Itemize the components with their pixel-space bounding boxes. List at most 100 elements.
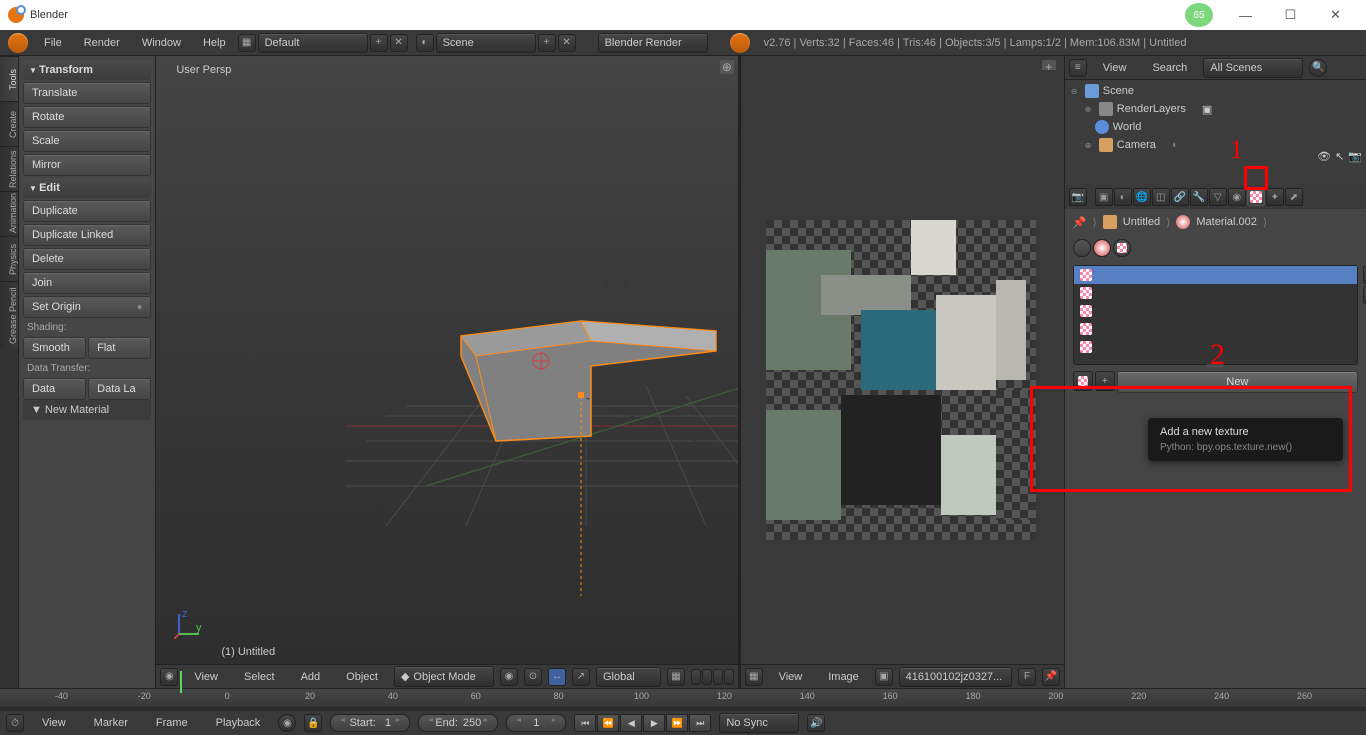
tl-frame[interactable]: Frame (146, 713, 198, 733)
manipulator-icon[interactable]: ↔ (548, 668, 566, 686)
smooth-button[interactable]: Smooth (23, 337, 86, 359)
layers-icon[interactable]: ▦ (667, 668, 685, 686)
texture-slot-3[interactable] (1074, 320, 1357, 338)
eye-icon[interactable]: 👁 (1317, 150, 1331, 163)
tree-scene[interactable]: ⊖Scene (1067, 82, 1364, 100)
panel-transform[interactable]: Transform (23, 60, 151, 80)
start-frame-field[interactable]: Start: 1 (330, 714, 410, 732)
maximize-button[interactable]: ☐ (1268, 1, 1313, 29)
orientation-selector[interactable]: Global (596, 667, 661, 687)
panel-edit[interactable]: Edit (23, 178, 151, 198)
tab-scene-icon[interactable]: ◐ (1114, 188, 1132, 206)
play-icon[interactable]: ▶ (643, 714, 665, 732)
texture-slot-1[interactable] (1074, 284, 1357, 302)
uv-editor-type-icon[interactable]: ▦ (745, 668, 763, 686)
layer-buttons[interactable] (691, 669, 734, 685)
end-frame-field[interactable]: End: 250 (418, 714, 498, 732)
timeline-ruler[interactable]: -40 -20 0 20 40 60 80 100 120 140 160 18… (0, 689, 1366, 707)
tab-constraints-icon[interactable]: 🔗 (1171, 188, 1189, 206)
breadcrumb-object[interactable]: Untitled (1123, 216, 1160, 228)
play-reverse-icon[interactable]: ◀ (620, 714, 642, 732)
render-engine-selector[interactable]: Blender Render (598, 33, 708, 53)
add-scene-button[interactable]: + (538, 34, 556, 52)
view-menu[interactable]: View (184, 667, 228, 687)
tab-modifiers-icon[interactable]: 🔧 (1190, 188, 1208, 206)
jump-start-icon[interactable]: ⏮ (574, 714, 596, 732)
image-selector[interactable]: 416100102jz0327... (899, 667, 1013, 687)
mirror-button[interactable]: Mirror (23, 154, 151, 176)
tl-marker[interactable]: Marker (84, 713, 138, 733)
new-material-header[interactable]: ▼ New Material (23, 400, 151, 420)
manip-move-icon[interactable]: ↗ (572, 668, 590, 686)
restriction-toggles[interactable]: 👁 ↖ 📷 (1317, 150, 1362, 163)
tab-material-icon[interactable]: ◉ (1228, 188, 1246, 206)
notification-badge[interactable]: 65 (1185, 3, 1213, 27)
breadcrumb-material[interactable]: Material.002 (1196, 216, 1257, 228)
outliner-search[interactable]: Search (1142, 58, 1197, 78)
select-menu[interactable]: Select (234, 667, 285, 687)
tab-relations[interactable]: Relations (0, 146, 18, 191)
tab-world-icon[interactable]: 🌐 (1133, 188, 1151, 206)
scene-icon[interactable]: ◐ (416, 34, 434, 52)
texture-slot-0[interactable] (1074, 266, 1357, 284)
tab-particles-icon[interactable]: ✦ (1266, 188, 1284, 206)
render-icon[interactable]: 📷 (1348, 150, 1362, 163)
speaker-icon[interactable]: 🔊 (807, 714, 825, 732)
add-menu[interactable]: Add (291, 667, 331, 687)
pivot-icon[interactable]: ⊙ (524, 668, 542, 686)
uv-texture-image[interactable] (766, 220, 1036, 540)
remove-scene-button[interactable]: ✕ (558, 34, 576, 52)
add-layout-button[interactable]: + (370, 34, 388, 52)
material-tex-icon[interactable] (1093, 239, 1111, 257)
current-frame-field[interactable]: 1 (506, 714, 566, 732)
next-key-icon[interactable]: ⏩ (666, 714, 688, 732)
translate-button[interactable]: Translate (23, 82, 151, 104)
close-button[interactable]: ✕ (1313, 1, 1358, 29)
tab-grease-pencil[interactable]: Grease Pencil (0, 281, 18, 349)
tab-texture-icon[interactable] (1247, 188, 1265, 206)
world-tex-icon[interactable] (1073, 239, 1091, 257)
uv-image-menu[interactable]: Image (818, 667, 869, 687)
texture-slot-2[interactable] (1074, 302, 1357, 320)
tree-renderlayers[interactable]: ⊕RenderLayers▣ (1067, 100, 1364, 118)
layout-icon[interactable]: ▦ (238, 34, 256, 52)
scene-selector[interactable]: Scene (436, 33, 536, 53)
tab-create[interactable]: Create (0, 101, 18, 146)
tree-world[interactable]: World (1067, 118, 1364, 136)
set-origin-dropdown[interactable]: Set Origin (23, 296, 151, 318)
tab-physics-icon[interactable]: ⬈ (1285, 188, 1303, 206)
layout-selector[interactable]: Default (258, 33, 368, 53)
texture-new-plus-icon[interactable]: + (1095, 371, 1115, 391)
brush-tex-icon[interactable] (1113, 239, 1131, 257)
minimize-button[interactable]: — (1223, 1, 1268, 29)
flat-button[interactable]: Flat (88, 337, 151, 359)
tab-animation[interactable]: Animation (0, 191, 18, 236)
join-button[interactable]: Join (23, 272, 151, 294)
cursor-icon[interactable]: ↖ (1335, 150, 1344, 163)
menu-window[interactable]: Window (132, 33, 191, 53)
tl-view[interactable]: View (32, 713, 76, 733)
autokey-icon[interactable]: ◉ (278, 714, 296, 732)
rotate-button[interactable]: Rotate (23, 106, 151, 128)
duplicate-button[interactable]: Duplicate (23, 200, 151, 222)
search-icon[interactable]: 🔍 (1309, 59, 1327, 77)
remove-layout-button[interactable]: ✕ (390, 34, 408, 52)
image-browse-icon[interactable]: ▣ (875, 668, 893, 686)
menu-file[interactable]: File (34, 33, 72, 53)
uv-editor[interactable]: + (741, 56, 1064, 688)
viewport-3d[interactable]: User Persp ⊕ (156, 56, 738, 688)
shading-solid-icon[interactable]: ◉ (500, 668, 518, 686)
pin-icon[interactable]: 📌 (1042, 668, 1060, 686)
blender-icon[interactable] (8, 33, 28, 53)
maximize-area-icon[interactable]: ⊕ (720, 60, 734, 74)
timeline-type-icon[interactable]: ⏱ (6, 714, 24, 732)
tab-physics[interactable]: Physics (0, 236, 18, 281)
prev-key-icon[interactable]: ⏪ (597, 714, 619, 732)
duplicate-linked-button[interactable]: Duplicate Linked (23, 224, 151, 246)
scale-button[interactable]: Scale (23, 130, 151, 152)
lock-icon[interactable]: 🔒 (304, 714, 322, 732)
timeline-cursor[interactable] (180, 671, 182, 693)
outliner[interactable]: ⊖Scene ⊕RenderLayers▣ World ⊕Camera◐ 👁↖📷 (1065, 80, 1366, 185)
tl-playback[interactable]: Playback (206, 713, 271, 733)
outliner-filter[interactable]: All Scenes (1203, 58, 1303, 78)
